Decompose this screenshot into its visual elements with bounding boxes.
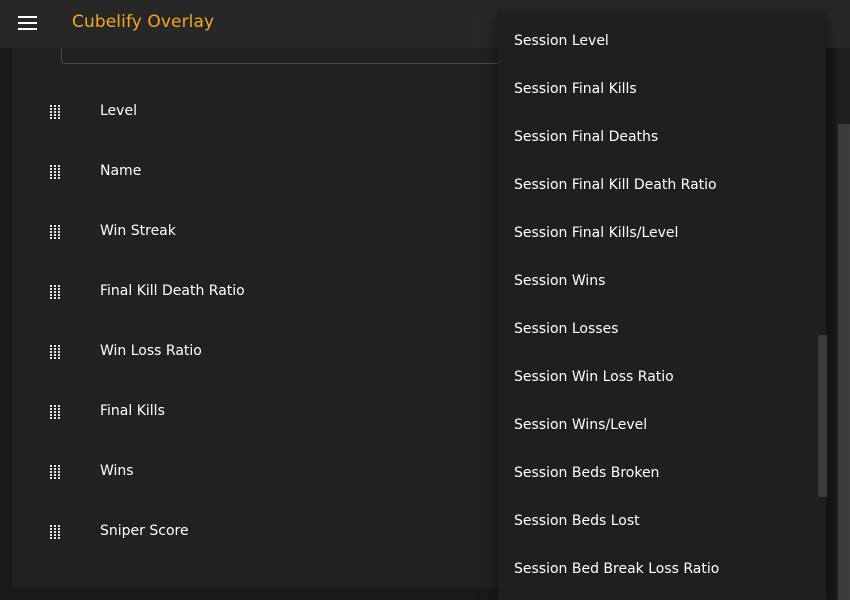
- dropdown-option-label: Session Final Kill Death Ratio: [514, 177, 717, 193]
- column-label: Level: [100, 103, 137, 119]
- page-scrollbar-thumb[interactable]: [838, 124, 850, 600]
- column-label: Wins: [100, 463, 134, 479]
- dropdown-option[interactable]: Session Bed Break Loss Ratio: [498, 540, 816, 588]
- dropdown-option[interactable]: Session Final Kill Death Ratio: [498, 156, 816, 204]
- dropdown-option[interactable]: Session Level: [498, 12, 816, 60]
- column-row[interactable]: Sniper Score: [12, 511, 512, 571]
- dropdown-option-label: Session Final Deaths: [514, 129, 659, 145]
- column-row[interactable]: Final Kill Death Ratio: [12, 271, 512, 331]
- dropdown-option-label: Session Wins/Level: [514, 417, 648, 433]
- dropdown-option[interactable]: Session Beds Broken: [498, 444, 816, 492]
- column-label: Win Streak: [100, 223, 176, 239]
- dropdown-option[interactable]: Session Final Kills: [498, 60, 816, 108]
- dropdown-option[interactable]: Session Wins/Level: [498, 396, 816, 444]
- column-row[interactable]: Name: [12, 151, 512, 211]
- dropdown-option-label: Session Final Kills: [514, 81, 637, 97]
- drag-handle-icon[interactable]: [50, 525, 62, 539]
- column-options-dropdown: Session Level Session Final Kills Sessio…: [498, 12, 826, 600]
- dropdown-option-label: Session Win Loss Ratio: [514, 369, 674, 385]
- column-row[interactable]: Wins: [12, 451, 512, 511]
- column-row[interactable]: Win Streak: [12, 211, 512, 271]
- dropdown-scrollbar-thumb[interactable]: [818, 335, 827, 497]
- dropdown-option[interactable]: Session Win Loss Ratio: [498, 348, 816, 396]
- column-row[interactable]: Win Loss Ratio: [12, 331, 512, 391]
- drag-handle-icon[interactable]: [50, 345, 62, 359]
- dropdown-option-label: Session Beds Lost: [514, 513, 640, 529]
- dropdown-option-label: Session Bed Break Loss Ratio: [514, 561, 720, 577]
- app-title: Cubelify Overlay: [72, 12, 215, 32]
- drag-handle-icon[interactable]: [50, 225, 62, 239]
- dropdown-option[interactable]: Session Beds Lost: [498, 492, 816, 540]
- dropdown-option-label: Session Final Kills/Level: [514, 225, 679, 241]
- dropdown-option-label: Session Beds Broken: [514, 465, 660, 481]
- dropdown-option[interactable]: Session Wins: [498, 252, 816, 300]
- drag-handle-icon[interactable]: [50, 405, 62, 419]
- dropdown-option-label: Session Losses: [514, 321, 619, 337]
- dropdown-option[interactable]: Session Losses: [498, 300, 816, 348]
- drag-handle-icon[interactable]: [50, 465, 62, 479]
- column-label: Final Kill Death Ratio: [100, 283, 245, 299]
- column-row[interactable]: Level: [12, 91, 512, 151]
- dropdown-option[interactable]: Session Final Deaths: [498, 108, 816, 156]
- column-label: Final Kills: [100, 403, 165, 419]
- dropdown-option-label: Session Level: [514, 33, 609, 49]
- column-row[interactable]: Final Kills: [12, 391, 512, 451]
- dropdown-option[interactable]: Session Final Kills/Level: [498, 204, 816, 252]
- drag-handle-icon[interactable]: [50, 165, 62, 179]
- column-label: Win Loss Ratio: [100, 343, 202, 359]
- column-label: Name: [100, 163, 142, 179]
- column-label: Sniper Score: [100, 523, 189, 539]
- drag-handle-icon[interactable]: [50, 285, 62, 299]
- dropdown-option-label: Session Wins: [514, 273, 606, 289]
- hamburger-menu-icon[interactable]: [18, 16, 38, 32]
- drag-handle-icon[interactable]: [50, 105, 62, 119]
